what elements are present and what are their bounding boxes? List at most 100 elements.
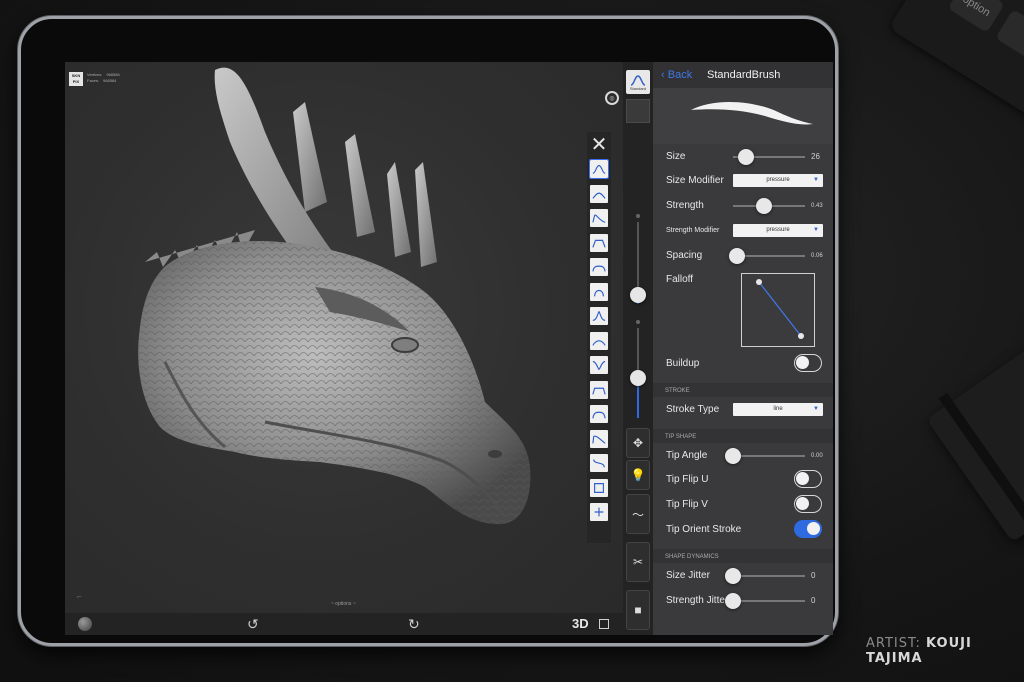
brush-item-transform[interactable] (590, 503, 608, 521)
brush-item-layer[interactable] (590, 258, 608, 276)
brush-item-trim[interactable] (590, 454, 608, 472)
falloff-point (798, 333, 804, 339)
brush-scrape-icon (592, 387, 606, 395)
undo-icon[interactable]: ↺ (247, 615, 259, 633)
size-modifier-row: Size Modifier pressure ▼ (653, 169, 833, 193)
notebook-band (938, 392, 1024, 547)
strength-knob[interactable] (755, 198, 772, 214)
size-knob[interactable] (737, 149, 754, 165)
strength-value: 0.43 (811, 203, 823, 209)
size-jitter-knob[interactable] (725, 568, 741, 584)
strength-label: Strength (666, 200, 704, 211)
size-jitter-slider[interactable] (733, 575, 805, 577)
buildup-label: Buildup (666, 358, 700, 369)
back-button[interactable]: ‹ Back (661, 69, 692, 81)
tip-orient-stroke-toggle[interactable] (794, 520, 822, 538)
spacing-label: Spacing (666, 250, 703, 261)
stroke-type-label: Stroke Type (666, 404, 720, 415)
brush-clay-icon (592, 192, 606, 199)
strength-jitter-slider[interactable] (733, 600, 805, 602)
active-brush-button[interactable]: Standard (626, 70, 650, 94)
tip-orient-stroke-label: Tip Orient Stroke (666, 524, 742, 535)
frame-view-icon[interactable] (599, 619, 609, 629)
strength-modifier-value: pressure (766, 227, 790, 233)
size-label: Size (666, 151, 686, 162)
stroke-type-select[interactable]: line ▼ (733, 403, 823, 416)
camera-tool-button[interactable]: ■ (626, 590, 650, 630)
tool-column: Standard ✥ 💡 〜 ✂ ■ (623, 62, 653, 635)
falloff-curve (756, 279, 804, 339)
brush-item-smooth[interactable] (590, 331, 608, 350)
bottom-toolbar: ↺ ↻ 3D (65, 613, 623, 635)
strength-slider-knob[interactable] (630, 370, 646, 386)
slider-end-dot (636, 214, 640, 218)
brush-palette: ✕ (587, 132, 611, 543)
stroke-tool-button[interactable]: 〜 (626, 494, 650, 534)
brush-item-flatten[interactable] (590, 233, 608, 252)
alpha-slot-button[interactable] (626, 99, 650, 123)
spacing-knob[interactable] (729, 248, 746, 264)
keyboard: option (888, 0, 1024, 134)
tip-flip-u-toggle[interactable] (794, 470, 822, 488)
strength-modifier-select[interactable]: pressure ▼ (733, 224, 823, 237)
strength-jitter-knob[interactable] (725, 593, 741, 609)
panel-title: StandardBrush (707, 69, 781, 81)
chevron-down-icon: ▼ (813, 177, 819, 183)
options-hint[interactable]: ~ options ~ (331, 601, 356, 607)
symmetry-tool-button[interactable]: ✂ (626, 542, 650, 582)
spacing-value: 0.06 (811, 253, 823, 259)
tip-flip-v-label: Tip Flip V (666, 499, 708, 510)
shape-dynamics-section-header: SHAPE DYNAMICS (653, 549, 833, 563)
brush-inflate-icon (594, 289, 604, 296)
tip-angle-knob[interactable] (725, 448, 741, 464)
redo-icon[interactable]: ↻ (408, 615, 420, 633)
tip-flip-u-label: Tip Flip U (666, 474, 709, 485)
falloff-curve-editor[interactable] (741, 273, 815, 347)
size-row: Size 26 (653, 145, 833, 169)
light-tool-button[interactable]: 💡 (626, 460, 650, 490)
move-tool-button[interactable]: ✥ (626, 428, 650, 458)
brush-item-mask[interactable] (590, 478, 608, 497)
tip-flip-v-toggle[interactable] (794, 495, 822, 513)
size-slider-knob[interactable] (630, 287, 646, 303)
toggle-knob (796, 472, 809, 485)
brush-flatten-icon (592, 239, 606, 248)
brush-item-move[interactable] (590, 209, 608, 227)
brush-move-icon (592, 214, 606, 223)
size-modifier-select[interactable]: pressure ▼ (733, 174, 823, 187)
slider-end-dot (636, 320, 640, 324)
app-screen: SKN PIX Vertices:968586 Faces:968584 ◎ (65, 62, 833, 635)
back-label: Back (667, 69, 693, 81)
size-modifier-label: Size Modifier (666, 175, 724, 186)
brush-item-crease[interactable] (590, 356, 608, 374)
size-jitter-label: Size Jitter (666, 570, 710, 581)
brush-item-scrape[interactable] (590, 380, 608, 399)
brush-polish-icon (592, 411, 606, 419)
material-ball-icon[interactable] (78, 617, 92, 631)
tip-shape-section-header: TIP SHAPE (653, 429, 833, 443)
brush-standard-icon (592, 164, 606, 174)
brush-item-inflate[interactable] (590, 282, 608, 301)
brush-item-standard[interactable] (589, 159, 609, 179)
toggle-knob (796, 356, 809, 369)
brush-item-polish[interactable] (590, 405, 608, 423)
brush-item-clay[interactable] (590, 184, 608, 203)
chevron-down-icon: ▼ (813, 406, 819, 412)
close-icon[interactable]: ✕ (588, 134, 610, 156)
sculpt-viewport[interactable]: SKN PIX Vertices:968586 Faces:968584 ◎ (65, 62, 623, 613)
tip-angle-slider[interactable] (733, 455, 805, 457)
keyboard-key (995, 9, 1024, 63)
brush-crease-icon (592, 360, 606, 370)
keyboard-key-label: option (960, 0, 993, 20)
stroke-type-row: Stroke Type line ▼ (653, 398, 833, 422)
brush-mask-icon (594, 482, 604, 493)
strength-modifier-label: Strength Modifier (666, 227, 720, 234)
buildup-toggle[interactable] (794, 354, 822, 372)
strength-row: Strength 0.43 (653, 194, 833, 218)
brush-item-fill[interactable] (590, 429, 608, 448)
view-mode-button[interactable]: 3D (572, 616, 589, 631)
tip-angle-value: 0.00 (811, 453, 823, 459)
strength-modifier-row: Strength Modifier pressure ▼ (653, 219, 833, 243)
brush-layer-icon (592, 265, 606, 272)
brush-item-pinch[interactable] (590, 307, 608, 325)
